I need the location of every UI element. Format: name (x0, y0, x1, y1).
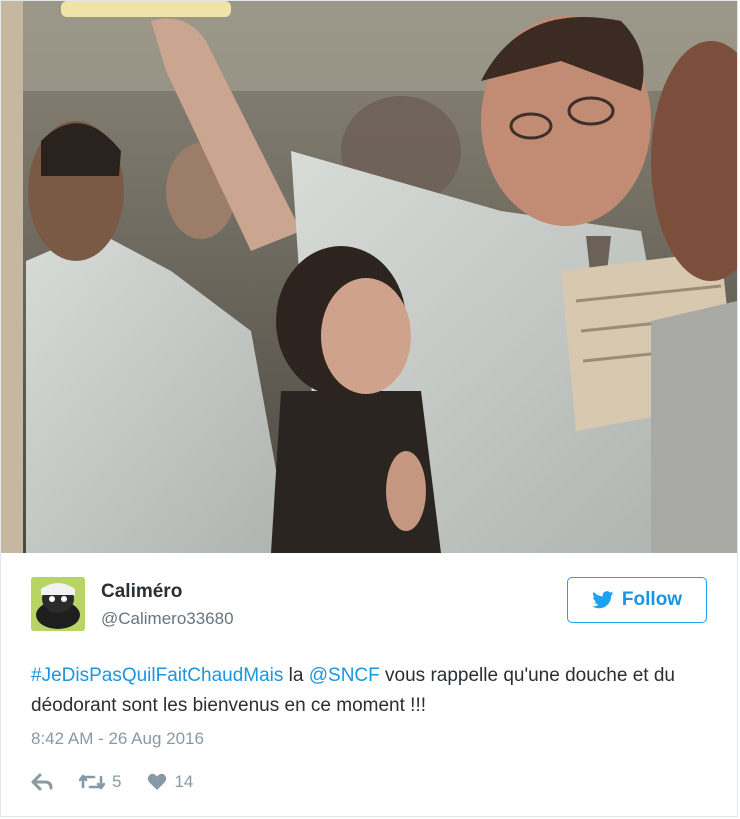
tweet-text-part-1: la (283, 665, 309, 686)
retweet-button[interactable]: 5 (79, 772, 121, 792)
twitter-bird-icon (592, 591, 614, 609)
photo-image (1, 1, 737, 553)
hashtag-link[interactable]: #JeDisPasQuilFaitChaudMais (31, 665, 283, 686)
follow-label: Follow (621, 589, 683, 610)
tweet-timestamp[interactable]: 8:42 AM - 26 Aug 2016 (31, 729, 204, 749)
retweet-count: 5 (112, 772, 122, 791)
mention-link[interactable]: @SNCF (309, 665, 380, 686)
follow-button[interactable]: Follow (567, 577, 707, 623)
tweet-card: Caliméro @Calimero33680 Follow #JeDisPas… (0, 0, 738, 817)
avatar-image (31, 577, 85, 631)
tweet-photo[interactable] (1, 1, 737, 553)
user-handle[interactable]: @Calimero33680 (101, 609, 234, 629)
like-button[interactable]: 14 (147, 772, 193, 792)
heart-icon (148, 773, 167, 790)
like-count: 14 (174, 772, 194, 791)
tweet-actions: 5 14 (31, 769, 193, 795)
reply-button[interactable] (31, 773, 53, 791)
retweet-icon (79, 774, 105, 790)
display-name[interactable]: Caliméro (101, 581, 182, 603)
avatar[interactable] (31, 577, 85, 631)
tweet-header: Caliméro @Calimero33680 Follow (31, 577, 707, 637)
reply-arrow-icon (31, 773, 53, 791)
tweet-text: #JeDisPasQuilFaitChaudMais la @SNCF vous… (31, 661, 711, 721)
